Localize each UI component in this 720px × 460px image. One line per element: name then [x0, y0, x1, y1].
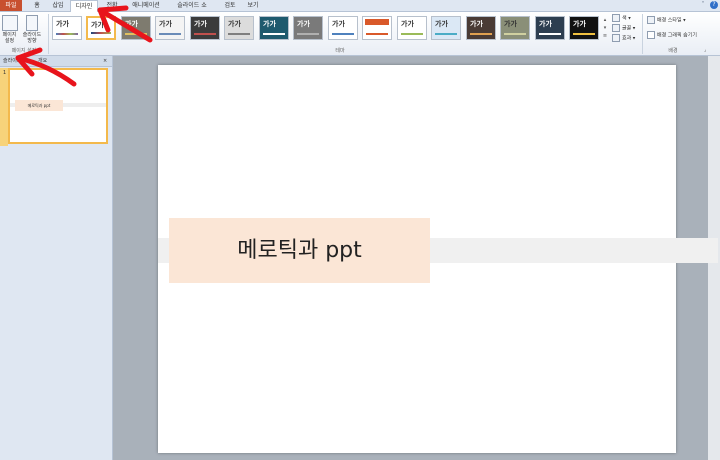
annotation-arrows [15, 5, 153, 87]
